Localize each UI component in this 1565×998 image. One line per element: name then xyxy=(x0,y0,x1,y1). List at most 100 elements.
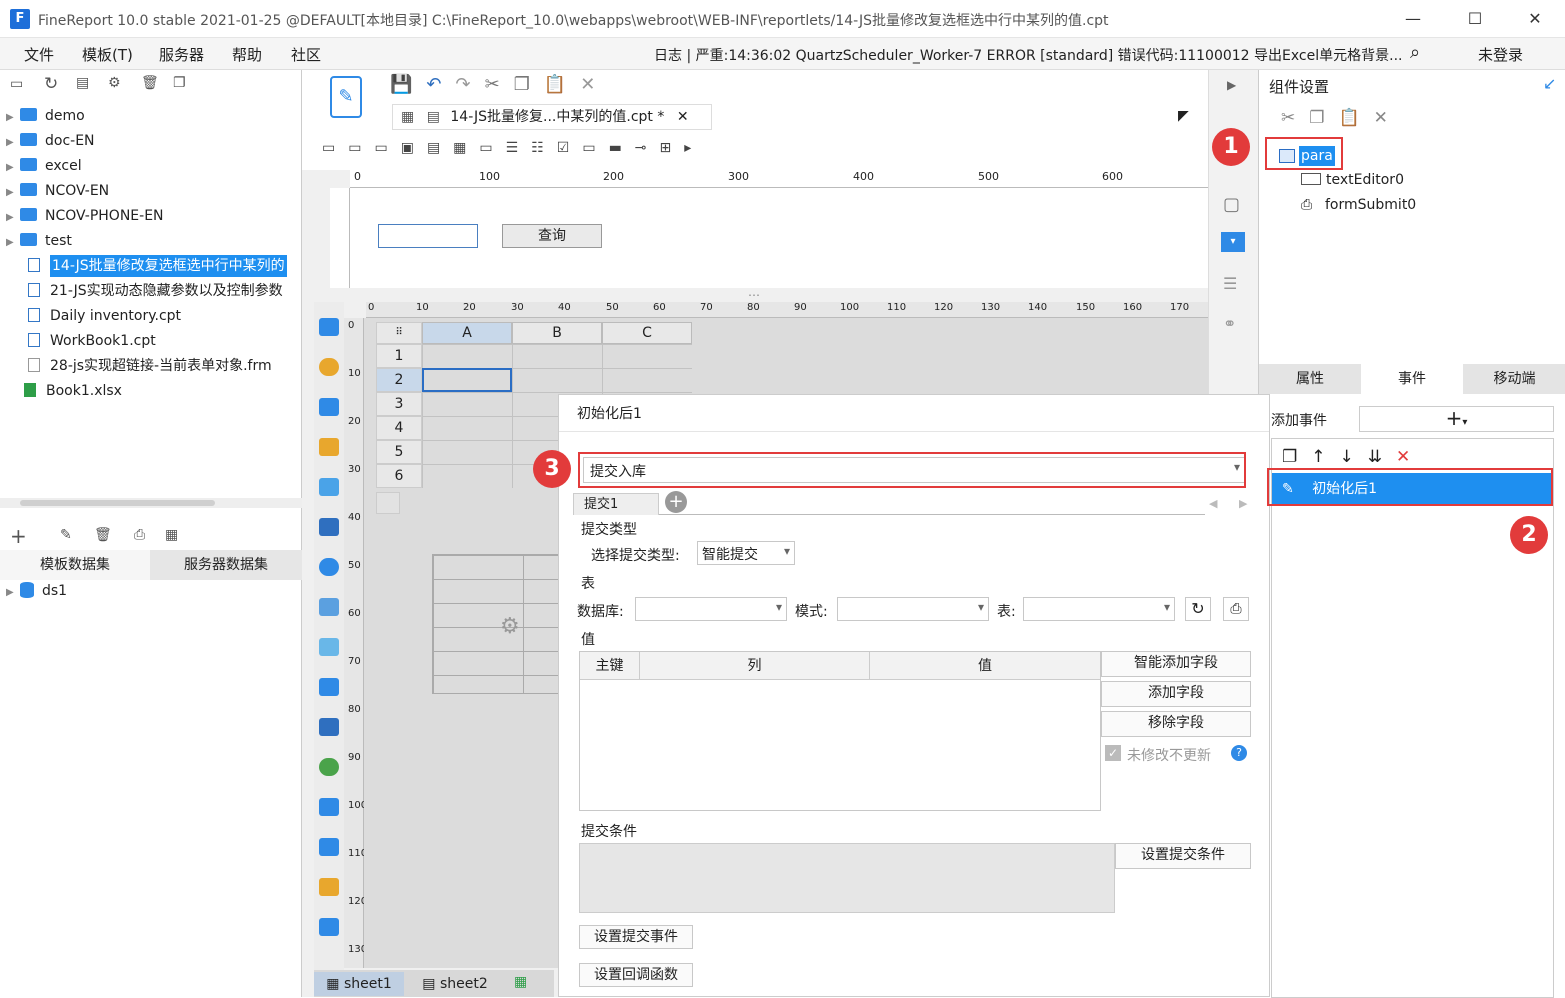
copy-icon[interactable]: ❐ xyxy=(173,75,186,91)
tree-folder-demo[interactable]: ▶ demo xyxy=(0,104,302,129)
smart-add-field-button[interactable]: 智能添加字段 xyxy=(1101,651,1251,677)
submit-type-select[interactable]: 智能提交 ▾ xyxy=(697,541,795,565)
tree-file[interactable]: 21-JS实现动态隐藏参数以及控制参数 xyxy=(0,279,302,304)
column-header-c[interactable]: C xyxy=(602,322,692,344)
template-icon[interactable]: ▤ xyxy=(76,75,89,91)
copy-icon[interactable]: ❐ xyxy=(514,74,544,95)
table-chart-icon[interactable] xyxy=(319,318,339,336)
link-icon[interactable]: ⚭ xyxy=(1223,314,1236,333)
field-table[interactable]: 主键 列 值 xyxy=(579,651,1101,811)
menu-template[interactable]: 模板(T) xyxy=(82,44,133,65)
widget-radio-icon[interactable]: ☷ xyxy=(531,140,557,156)
add-event-button[interactable]: +▾ xyxy=(1359,406,1554,432)
map-chart-icon[interactable] xyxy=(319,758,339,776)
list-icon[interactable]: ☰ xyxy=(1223,274,1237,293)
widget-more-icon[interactable]: ▸ xyxy=(684,140,704,156)
tree-file[interactable]: 28-js实现超链接-当前表单对象.frm xyxy=(0,354,302,379)
tab-properties[interactable]: 属性 xyxy=(1259,364,1361,394)
condition-area[interactable] xyxy=(579,843,1115,913)
widget-tree-icon[interactable]: ⊸ xyxy=(635,140,660,156)
widget-org-icon[interactable]: ⊞ xyxy=(660,140,685,156)
add-tab-icon[interactable]: + xyxy=(665,491,687,513)
pie-chart-icon[interactable] xyxy=(319,358,339,376)
copy-event-icon[interactable]: ❐ xyxy=(1282,447,1311,467)
row-header[interactable]: 1 xyxy=(376,344,422,368)
minimize-button[interactable]: — xyxy=(1390,6,1436,32)
delete-icon[interactable]: 🗑 xyxy=(94,527,112,543)
tab-events[interactable]: 事件 xyxy=(1361,364,1463,394)
remove-field-button[interactable]: 移除字段 xyxy=(1101,711,1251,737)
horizontal-bar-icon[interactable] xyxy=(319,438,339,456)
copy-icon[interactable]: ❐ xyxy=(1309,108,1338,128)
expand-icon[interactable]: ▶ xyxy=(1227,78,1236,92)
menu-file[interactable]: 文件 xyxy=(24,44,54,65)
widget-table-icon[interactable]: ▦ xyxy=(453,140,479,156)
dataset-item[interactable]: ▶ ds1 xyxy=(0,579,302,604)
scrollbar-thumb[interactable] xyxy=(20,500,215,506)
close-button[interactable]: ✕ xyxy=(1512,6,1558,32)
area-chart-icon[interactable] xyxy=(319,518,339,536)
row-header[interactable]: 2 xyxy=(376,368,422,392)
refresh-icon[interactable]: ↻ xyxy=(44,74,58,94)
tree-file[interactable]: WorkBook1.cpt xyxy=(0,329,302,354)
resize-handle[interactable]: ⋯ xyxy=(748,288,760,302)
row-header[interactable]: 5 xyxy=(376,440,422,464)
frame-icon[interactable]: ▢ xyxy=(1223,194,1240,215)
tree-folder-ncov-phone-en[interactable]: ▶ NCOV-PHONE-EN xyxy=(0,204,302,229)
refresh-icon[interactable]: ↻ xyxy=(1185,597,1211,621)
tree-node-texteditor[interactable]: textEditor0 xyxy=(1301,172,1404,188)
prev-tab-icon[interactable]: ◀ xyxy=(1209,497,1217,510)
close-tab-icon[interactable]: ✕ xyxy=(677,109,689,125)
flow-map-icon[interactable] xyxy=(319,838,339,856)
database-select[interactable]: ▾ xyxy=(635,597,787,621)
subtab-submit1[interactable]: 提交1 xyxy=(573,493,659,515)
funnel-chart-icon[interactable] xyxy=(319,918,339,936)
tree-file[interactable]: Book1.xlsx xyxy=(0,379,302,404)
set-callback-button[interactable]: 设置回调函数 xyxy=(579,963,693,987)
tree-folder-ncov-en[interactable]: ▶ NCOV-EN xyxy=(0,179,302,204)
preview-icon[interactable]: ⎙ xyxy=(134,527,145,543)
add-field-button[interactable]: 添加字段 xyxy=(1101,681,1251,707)
maximize-button[interactable]: ☐ xyxy=(1452,6,1498,32)
edit-icon[interactable]: ✎ xyxy=(60,527,72,543)
delete-icon[interactable]: ✕ xyxy=(580,74,609,95)
treemap-icon[interactable] xyxy=(319,878,339,896)
corner-cell[interactable]: ⠿ xyxy=(376,322,422,344)
move-bottom-icon[interactable]: ⇊ xyxy=(1368,447,1396,467)
paste-icon[interactable]: 📋 xyxy=(544,74,580,95)
delete-icon[interactable]: 🗑 xyxy=(141,75,159,91)
bar-chart-icon[interactable] xyxy=(319,398,339,416)
radar-chart-icon[interactable] xyxy=(319,598,339,616)
widget-date-icon[interactable]: ▤ xyxy=(427,140,453,156)
schema-select[interactable]: ▾ xyxy=(837,597,989,621)
cut-icon[interactable]: ✂ xyxy=(485,74,514,95)
move-down-icon[interactable]: ↓ xyxy=(1340,447,1368,467)
no-update-checkbox[interactable]: ✓ xyxy=(1105,745,1121,761)
delete-icon[interactable]: ✕ xyxy=(1374,108,1402,128)
table-select[interactable]: ▾ xyxy=(1023,597,1175,621)
login-link[interactable]: 未登录 xyxy=(1478,44,1523,65)
widget-combo-icon[interactable]: ▣ xyxy=(401,140,427,156)
widget-tag-icon[interactable]: ▬ xyxy=(609,140,635,156)
query-button[interactable]: 查询 xyxy=(502,224,602,248)
cut-icon[interactable]: ✂ xyxy=(1281,108,1309,128)
redo-icon[interactable]: ↷ xyxy=(456,74,485,95)
widget-number-icon[interactable]: ▭ xyxy=(479,140,505,156)
search-icon[interactable]: ⌕ xyxy=(1410,42,1420,63)
delete-event-icon[interactable]: ✕ xyxy=(1396,447,1424,467)
widget-textarea-icon[interactable]: ▭ xyxy=(582,140,608,156)
tree-folder-doc-en[interactable]: ▶ doc-EN xyxy=(0,129,302,154)
widget-check-icon[interactable]: ☑ xyxy=(557,140,583,156)
tree-folder-test[interactable]: ▶ test xyxy=(0,229,302,254)
row-header[interactable]: 4 xyxy=(376,416,422,440)
template-tab[interactable]: ▦ ▤ 14-JS批量修复...中某列的值.cpt * ✕ xyxy=(392,104,712,130)
tab-template-dataset[interactable]: 模板数据集 xyxy=(0,550,150,580)
column-header-b[interactable]: B xyxy=(512,322,602,344)
gauge-chart-icon[interactable] xyxy=(319,558,339,576)
paste-icon[interactable]: 📋 xyxy=(1339,108,1374,128)
widget-label-icon[interactable]: ▭ xyxy=(348,140,374,156)
menu-server[interactable]: 服务器 xyxy=(159,44,204,65)
add-icon[interactable]: + xyxy=(10,524,27,548)
next-tab-icon[interactable]: ▶ xyxy=(1239,497,1247,510)
widget-button-icon[interactable]: ▭ xyxy=(322,140,348,156)
